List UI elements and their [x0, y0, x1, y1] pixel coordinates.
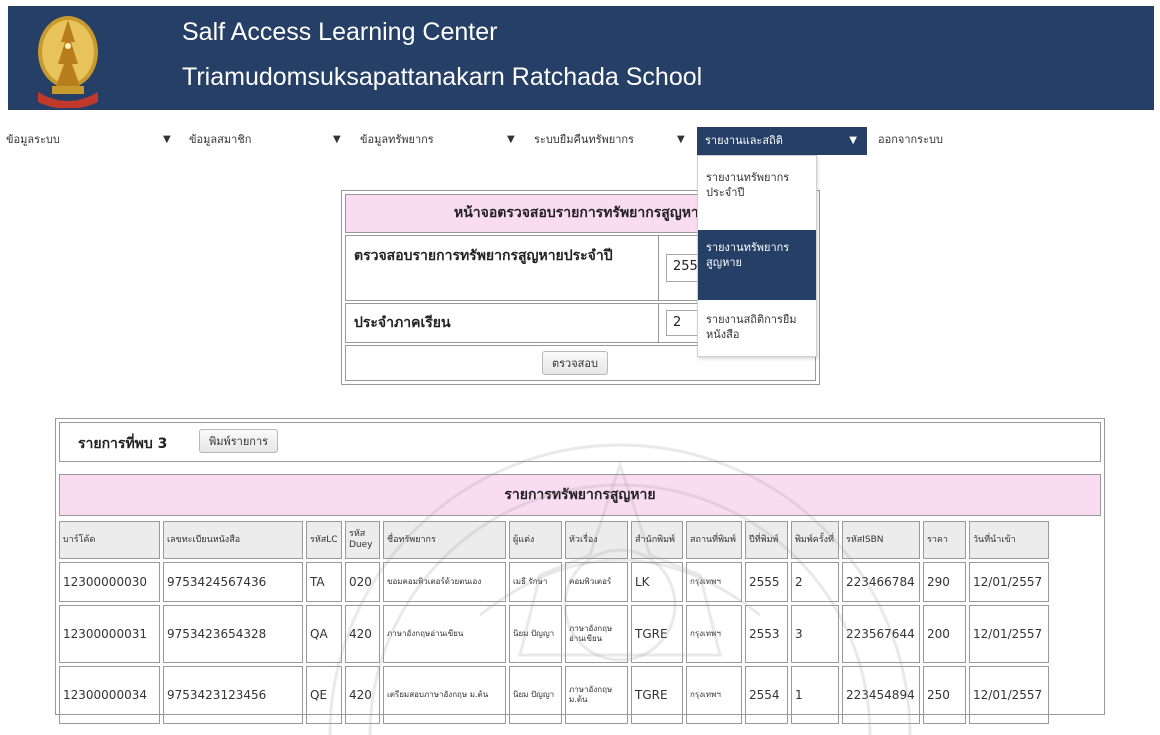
- price-cell: 200: [923, 605, 966, 663]
- reports-dropdown: รายงานทรัพยากรประจำปี รายงานทรัพยากรสูญห…: [697, 155, 817, 357]
- edition-cell: 2: [791, 562, 839, 602]
- check-button[interactable]: ตรวจสอบ: [542, 351, 608, 375]
- column-header: ราคา: [923, 521, 966, 559]
- chevron-down-icon: ▼: [507, 134, 515, 145]
- column-header: รหัส Duey: [345, 521, 380, 559]
- print-button[interactable]: พิมพ์รายการ: [199, 429, 279, 453]
- isbn-cell: 223466784: [842, 562, 920, 602]
- column-header: วันที่นำเข้า: [969, 521, 1049, 559]
- register-number-cell: 9753423123456: [163, 666, 303, 724]
- chevron-down-icon: ▼: [333, 134, 341, 145]
- school-emblem-icon: [38, 16, 98, 108]
- publish-year-cell: 2555: [745, 562, 788, 602]
- column-header: ปีที่พิมพ์: [745, 521, 788, 559]
- lc-code-cell: QE: [306, 666, 342, 724]
- import-date-cell: 12/01/2557: [969, 562, 1049, 602]
- column-header: หัวเรื่อง: [565, 521, 628, 559]
- publish-place-cell: กรุงเทพฯ: [686, 562, 742, 602]
- publish-place-cell: กรุงเทพฯ: [686, 605, 742, 663]
- main-menu: ข้อมูลระบบ ▼ ข้อมูลสมาชิก ▼ ข้อมูลทรัพยา…: [0, 122, 1160, 158]
- results-count: รายการที่พบ 3: [78, 436, 168, 452]
- column-header: พิมพ์ครั้งที่: [791, 521, 839, 559]
- publish-place-cell: กรุงเทพฯ: [686, 666, 742, 724]
- results-table-title: รายการทรัพยากรสูญหาย: [59, 474, 1101, 516]
- table-header-row: บาร์โค้ด เลขทะเบียนหนังสือ รหัสLC รหัส D…: [59, 521, 1049, 559]
- app-header: Salf Access Learning Center Triamudomsuk…: [8, 6, 1154, 110]
- resource-title-cell: เตรียมสอบภาษาอังกฤษ ม.ต้น: [383, 666, 506, 724]
- import-date-cell: 12/01/2557: [969, 605, 1049, 663]
- table-row: 12300000034 9753423123456 QE 420 เตรียมส…: [59, 666, 1049, 724]
- register-number-cell: 9753423654328: [163, 605, 303, 663]
- barcode-cell: 12300000031: [59, 605, 160, 663]
- dropdown-item-annual-report[interactable]: รายงานทรัพยากรประจำปี: [698, 162, 816, 224]
- price-cell: 290: [923, 562, 966, 602]
- results-toolbar: รายการที่พบ 3 พิมพ์รายการ: [59, 422, 1101, 462]
- column-header: ชื่อทรัพยากร: [383, 521, 506, 559]
- publisher-cell: TGRE: [631, 605, 683, 663]
- menu-resource-data[interactable]: ข้อมูลทรัพยากร: [360, 122, 434, 158]
- table-row: 12300000031 9753423654328 QA 420 ภาษาอัง…: [59, 605, 1049, 663]
- edition-cell: 3: [791, 605, 839, 663]
- results-panel: รายการที่พบ 3 พิมพ์รายการ รายการทรัพยากร…: [55, 418, 1105, 724]
- barcode-cell: 12300000030: [59, 562, 160, 602]
- column-header: สำนักพิมพ์: [631, 521, 683, 559]
- menu-member-data[interactable]: ข้อมูลสมาชิก: [189, 122, 251, 158]
- term-label: ประจำภาคเรียน: [354, 315, 451, 331]
- resource-title-cell: ภาษาอังกฤษอ่านเขียน: [383, 605, 506, 663]
- subject-cell: ภาษาอังกฤษ อ่านเขียน: [565, 605, 628, 663]
- menu-reports-stats[interactable]: รายงานและสถิติ ▼: [697, 127, 867, 155]
- dewey-code-cell: 420: [345, 605, 380, 663]
- lc-code-cell: QA: [306, 605, 342, 663]
- year-label: ตรวจสอบรายการทรัพยากรสูญหายประจำปี: [354, 248, 613, 264]
- author-cell: นิยม ปัญญา: [509, 605, 562, 663]
- lost-resources-table: บาร์โค้ด เลขทะเบียนหนังสือ รหัสLC รหัส D…: [56, 518, 1052, 727]
- dewey-code-cell: 420: [345, 666, 380, 724]
- isbn-cell: 223454894: [842, 666, 920, 724]
- chevron-down-icon: ▼: [163, 134, 171, 145]
- import-date-cell: 12/01/2557: [969, 666, 1049, 724]
- chevron-down-icon: ▼: [677, 134, 685, 145]
- author-cell: เมธี รักษา: [509, 562, 562, 602]
- school-name: Triamudomsuksapattanakarn Ratchada Schoo…: [182, 63, 703, 91]
- menu-reports-label: รายงานและสถิติ: [705, 134, 783, 147]
- lc-code-cell: TA: [306, 562, 342, 602]
- subject-cell: คอมพิวเตอร์: [565, 562, 628, 602]
- resource-title-cell: ขอมคอมพิวเตอร์ด้วยตนเอง: [383, 562, 506, 602]
- column-header: บาร์โค้ด: [59, 521, 160, 559]
- dropdown-item-lost-report[interactable]: รายงานทรัพยากรสูญหาย: [698, 230, 816, 300]
- subject-cell: ภาษาอังกฤษ ม.ต้น: [565, 666, 628, 724]
- dropdown-item-borrow-stats[interactable]: รายงานสถิติการยืมหนังสือ: [698, 308, 816, 352]
- barcode-cell: 12300000034: [59, 666, 160, 724]
- app-title: Salf Access Learning Center: [182, 18, 498, 46]
- isbn-cell: 223567644: [842, 605, 920, 663]
- column-header: ผู้แต่ง: [509, 521, 562, 559]
- register-number-cell: 9753424567436: [163, 562, 303, 602]
- column-header: สถานที่พิมพ์: [686, 521, 742, 559]
- table-row: 12300000030 9753424567436 TA 020 ขอมคอมพ…: [59, 562, 1049, 602]
- column-header: รหัสLC: [306, 521, 342, 559]
- column-header: เลขทะเบียนหนังสือ: [163, 521, 303, 559]
- edition-cell: 1: [791, 666, 839, 724]
- menu-system-data[interactable]: ข้อมูลระบบ: [6, 122, 60, 158]
- menu-logout[interactable]: ออกจากระบบ: [878, 122, 943, 158]
- chevron-down-icon: ▼: [849, 135, 857, 146]
- column-header: รหัสISBN: [842, 521, 920, 559]
- menu-borrow-return[interactable]: ระบบยืมคืนทรัพยากร: [534, 122, 634, 158]
- publish-year-cell: 2554: [745, 666, 788, 724]
- price-cell: 250: [923, 666, 966, 724]
- publisher-cell: LK: [631, 562, 683, 602]
- dewey-code-cell: 020: [345, 562, 380, 602]
- author-cell: นิยม ปัญญา: [509, 666, 562, 724]
- publish-year-cell: 2553: [745, 605, 788, 663]
- publisher-cell: TGRE: [631, 666, 683, 724]
